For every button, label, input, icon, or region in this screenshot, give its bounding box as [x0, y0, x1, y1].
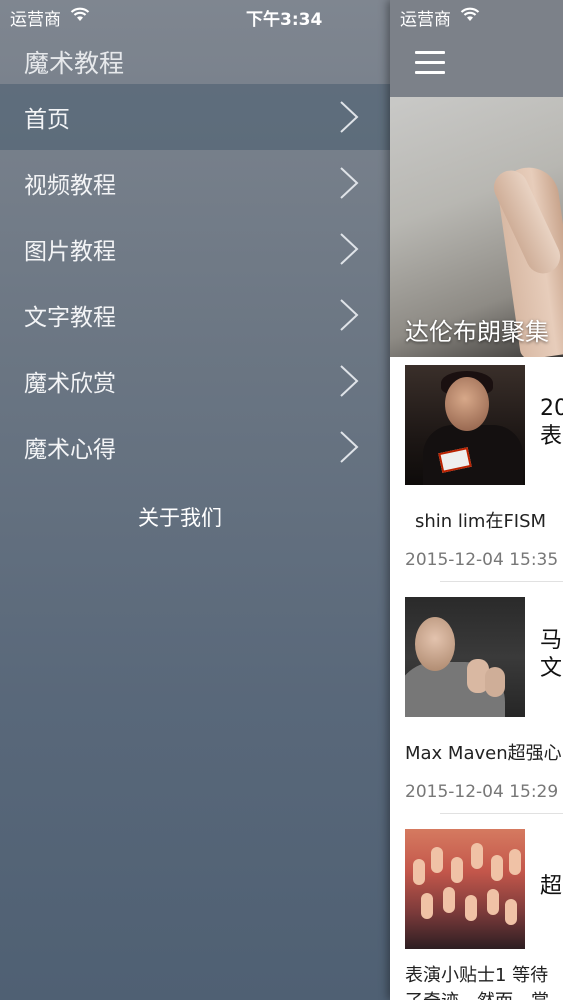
chevron-right-icon: [340, 233, 359, 265]
article-item[interactable]: 超 表演小贴士1 等待 了奇迹。然而，掌: [390, 829, 563, 1000]
menu-item-label: 文字教程: [24, 305, 116, 331]
article-item[interactable]: 20 表 shin lim在FISM 2015-12-04 15:35: [390, 365, 563, 595]
nav-bar: 运营商: [390, 0, 563, 97]
about-us-link[interactable]: 关于我们: [0, 502, 360, 532]
article-date: 2015-12-04 15:35: [405, 550, 559, 570]
article-date: 2015-12-04 15:29: [405, 782, 559, 802]
side-drawer: 运营商 下午3:34 魔术教程 首页 视频教程 图片教程 文字教程 魔术欣赏 魔…: [0, 0, 390, 1000]
menu-item-label: 视频教程: [24, 173, 116, 199]
menu-toggle-icon[interactable]: [415, 51, 445, 75]
article-thumbnail: [405, 365, 525, 485]
chevron-right-icon: [340, 431, 359, 463]
article-item[interactable]: 马 文 Max Maven超强心 2015-12-04 15:29: [390, 597, 563, 827]
chevron-right-icon: [340, 299, 359, 331]
chevron-right-icon: [340, 167, 359, 199]
divider: [440, 813, 563, 814]
banner-title: 达伦布朗聚集: [405, 318, 549, 346]
drawer-title: 魔术教程: [24, 49, 125, 78]
article-title: 超: [540, 874, 563, 899]
chevron-right-icon: [340, 101, 359, 133]
article-title: 20 表: [540, 396, 563, 449]
menu-item-label: 首页: [24, 107, 70, 133]
menu-item-text-tutorials[interactable]: 文字教程: [0, 282, 390, 348]
menu-item-label: 图片教程: [24, 239, 116, 265]
menu-item-magic-appreciation[interactable]: 魔术欣赏: [0, 348, 390, 414]
wifi-icon: [460, 7, 480, 21]
menu-item-picture-tutorials[interactable]: 图片教程: [0, 216, 390, 282]
status-bar: 运营商: [390, 0, 563, 32]
menu-item-label: 魔术欣赏: [24, 371, 116, 397]
carrier-label: 运营商: [10, 10, 61, 30]
menu-item-home[interactable]: 首页: [0, 84, 390, 150]
article-thumbnail: [405, 597, 525, 717]
article-summary: 表演小贴士1 等待 了奇迹。然而，掌: [405, 965, 549, 1000]
clock: 下午3:34: [246, 10, 323, 30]
carrier-label: 运营商: [400, 10, 451, 30]
main-content: 运营商 达伦布朗聚集 20 表 shin lim在FISM 2015-12-04…: [390, 0, 563, 1000]
status-bar: 运营商 下午3:34: [0, 0, 390, 32]
wifi-icon: [70, 7, 90, 21]
chevron-right-icon: [340, 365, 359, 397]
article-thumbnail: [405, 829, 525, 949]
featured-banner[interactable]: 达伦布朗聚集: [390, 97, 563, 357]
menu-item-magic-insights[interactable]: 魔术心得: [0, 414, 390, 480]
article-summary: Max Maven超强心: [405, 743, 562, 764]
article-summary: shin lim在FISM: [415, 511, 547, 532]
menu-item-label: 魔术心得: [24, 437, 116, 463]
drawer-menu: 首页 视频教程 图片教程 文字教程 魔术欣赏 魔术心得: [0, 84, 390, 480]
divider: [440, 581, 563, 582]
article-title: 马 文: [540, 628, 563, 681]
menu-item-video-tutorials[interactable]: 视频教程: [0, 150, 390, 216]
